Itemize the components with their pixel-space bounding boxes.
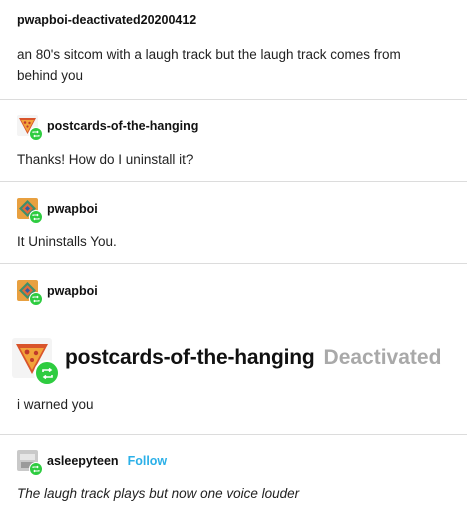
reblog-icon — [29, 462, 43, 476]
post-text: an 80's sitcom with a laugh track but th… — [17, 47, 401, 83]
post-username[interactable]: pwapboi-deactivated20200412 — [17, 13, 196, 27]
follow-button[interactable]: Follow — [128, 454, 168, 468]
reply-username[interactable]: pwapboi — [47, 202, 98, 216]
deactivated-label: Deactivated — [323, 346, 442, 369]
reblog-icon — [29, 127, 43, 141]
original-post: pwapboi-deactivated20200412 an 80's sitc… — [0, 0, 467, 99]
embedded-screenshot: postcards-of-the-hanging Deactivated — [12, 338, 442, 386]
reply-postcards: postcards-of-the-hanging Thanks! How do … — [0, 100, 467, 181]
reply-text: The laugh track plays but now one voice … — [17, 486, 300, 501]
avatar[interactable] — [17, 450, 43, 476]
reblog-icon — [29, 210, 43, 224]
reply-text: It Uninstalls You. — [17, 234, 117, 249]
reply-asleepyteen: asleepyteen Follow The laugh track plays… — [0, 435, 467, 515]
reply-username[interactable]: asleepyteen — [47, 454, 119, 468]
reply-text: Thanks! How do I uninstall it? — [17, 152, 194, 167]
reply-header: pwapboi — [17, 280, 98, 306]
reply-text: i warned you — [17, 397, 94, 412]
reply-header: pwapboi — [17, 198, 98, 224]
big-avatar — [12, 338, 60, 386]
big-username: postcards-of-the-hanging — [65, 346, 315, 369]
reblog-icon — [29, 292, 43, 306]
reply-username[interactable]: pwapboi — [47, 284, 98, 298]
avatar[interactable] — [17, 115, 43, 141]
avatar[interactable] — [17, 198, 43, 224]
reply-pwapboi: pwapboi It Uninstalls You. — [0, 182, 467, 263]
reply-header: postcards-of-the-hanging — [17, 115, 198, 141]
reply-header: asleepyteen Follow — [17, 450, 168, 476]
reblog-icon — [34, 360, 60, 386]
reply-username[interactable]: postcards-of-the-hanging — [47, 119, 198, 133]
avatar[interactable] — [17, 280, 43, 306]
reply-pwapboi-image: pwapboi postcards-of-the-hanging Deactiv… — [0, 264, 467, 434]
